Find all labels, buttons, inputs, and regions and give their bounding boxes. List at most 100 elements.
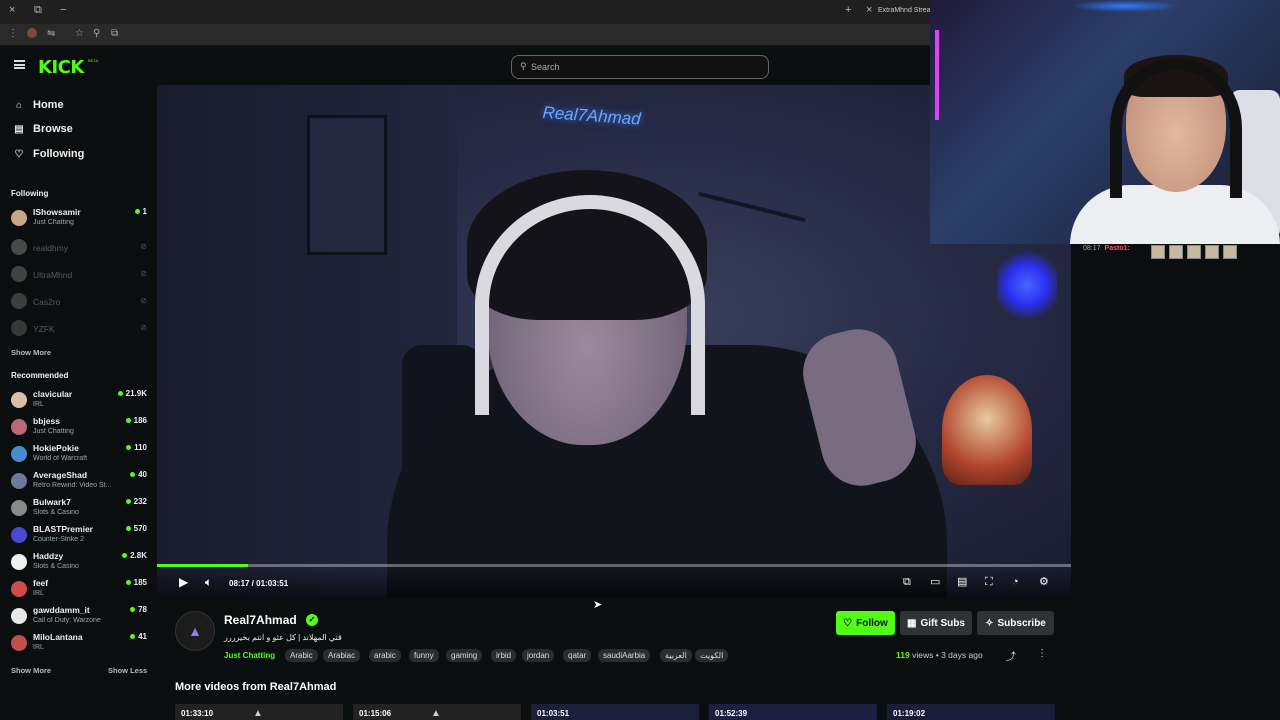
extension-icon[interactable]: ⧉ — [111, 28, 118, 39]
recommended-channel[interactable]: clavicular IRL 21.9K — [11, 389, 147, 415]
video-thumbnail[interactable]: 01:33:10 ▲ — [175, 704, 343, 720]
window-restore-icon[interactable]: ⧉ — [34, 4, 42, 17]
tag[interactable]: arabic — [369, 649, 401, 662]
volume-icon[interactable]: 🔈︎ — [205, 575, 212, 589]
translate-icon[interactable]: ⇋ — [47, 28, 55, 39]
profile-icon[interactable] — [27, 28, 37, 38]
channel-name: HokiePokie — [33, 443, 79, 453]
recommended-channel[interactable]: AverageShad Retro Rewind: Video St... 40 — [11, 470, 147, 496]
avatar — [11, 392, 27, 408]
tag[interactable]: saudiAarbia — [598, 649, 651, 662]
offline-icon: ⊘ — [140, 296, 147, 305]
video-thumbnail[interactable]: 01:03:51 — [531, 704, 699, 720]
show-more-recommended-button[interactable]: Show More — [11, 666, 51, 675]
gift-subs-button[interactable]: ▦ Gift Subs — [900, 611, 972, 635]
close-tab-icon[interactable]: × — [866, 4, 872, 16]
video-thumbnail[interactable]: 01:19:02 — [887, 704, 1055, 720]
viewer-count: 21.9K — [118, 389, 147, 398]
more-videos-heading: More videos from Real7Ahmad — [175, 681, 337, 693]
channel-name: realdhmy — [33, 243, 68, 253]
kick-logo[interactable]: KICK — [38, 57, 84, 78]
recommended-channel[interactable]: feef IRL 185 — [11, 578, 147, 604]
offline-icon: ⊘ — [140, 242, 147, 251]
following-channel[interactable]: Cas2ro ⊘ — [11, 290, 147, 316]
beta-badge: BETA — [88, 58, 99, 63]
bookmark-star-icon[interactable]: ☆ — [75, 28, 84, 39]
recommended-channel[interactable]: gawddamm_it Call of Duty: Warzone 78 — [11, 605, 147, 631]
following-channel[interactable]: UltraMhnd ⊘ — [11, 263, 147, 289]
search-input[interactable] — [531, 59, 751, 75]
zoom-icon[interactable]: ⚲ — [93, 28, 100, 39]
hamburger-menu-icon[interactable] — [14, 60, 25, 69]
window-minimize-icon[interactable]: − — [60, 4, 66, 16]
channel-avatar[interactable]: ▲ — [175, 611, 215, 651]
chat-username[interactable]: Pasto1: — [1105, 245, 1130, 252]
tag[interactable]: Arabic — [285, 649, 318, 662]
channel-category: Counter-Strike 2 — [33, 536, 84, 543]
tag[interactable]: gaming — [446, 649, 483, 662]
theater-mode-icon[interactable]: ▭ — [930, 575, 940, 589]
recommended-channel[interactable]: bbjess Just Chatting 186 — [11, 416, 147, 442]
video-thumbnail[interactable]: 01:15:06 ▲ — [353, 704, 521, 720]
follow-button[interactable]: ♡ Follow — [836, 611, 895, 635]
recommended-channel[interactable]: MiloLantana IRL 41 — [11, 632, 147, 658]
captions-icon[interactable]: ▤ — [957, 575, 967, 589]
show-more-following-button[interactable]: Show More — [11, 348, 51, 357]
viewer-count: 41 — [130, 632, 147, 641]
recommended-channel[interactable]: Haddzy Slots & Casino 2.8K — [11, 551, 147, 577]
search-box[interactable]: ⚲ — [511, 55, 769, 79]
recommended-channel[interactable]: HokiePokie World of Warcraft 110 — [11, 443, 147, 469]
more-options-icon[interactable]: ⋮ — [1037, 648, 1047, 659]
tab-title[interactable]: ExtraMhnd Strean — [878, 7, 934, 14]
avatar — [11, 554, 27, 570]
playback-speed-icon[interactable]: ◔ — [1012, 575, 1019, 589]
following-channel[interactable]: realdhmy ⊘ — [11, 236, 147, 262]
channel-name[interactable]: Real7Ahmad — [224, 613, 297, 627]
settings-gear-icon[interactable]: ⚙ — [1039, 575, 1049, 589]
tag[interactable]: الكويت — [695, 649, 729, 662]
tag[interactable]: irbid — [491, 649, 517, 662]
avatar — [11, 500, 27, 516]
emote-icon — [1169, 245, 1183, 259]
tag[interactable]: jordan — [522, 649, 555, 662]
channel-category: Retro Rewind: Video St... — [33, 482, 111, 489]
gift-label: Gift Subs — [920, 617, 965, 629]
fullscreen-icon[interactable]: ⛶ — [985, 575, 993, 589]
channel-category: IRL — [33, 590, 44, 597]
blue-lamp — [997, 245, 1057, 325]
play-icon[interactable]: ▶ — [179, 575, 188, 589]
share-icon[interactable]: ⤴ — [1006, 648, 1016, 663]
ceiling-light — [1070, 0, 1180, 12]
nav-browse[interactable]: ▤ Browse — [12, 121, 72, 137]
recommended-channel[interactable]: Bulwark7 Slots & Casino 232 — [11, 497, 147, 523]
window-close-icon[interactable]: × — [9, 4, 15, 16]
following-channel[interactable]: IShowsamir Just Chatting 1 — [11, 207, 147, 233]
viewer-count: 186 — [126, 416, 147, 425]
video-thumbnail[interactable]: 01:52:39 — [709, 704, 877, 720]
tag[interactable]: Arabiac — [323, 649, 361, 662]
tag[interactable]: qatar — [563, 649, 592, 662]
avatar — [11, 473, 27, 489]
following-channel[interactable]: YZFK ⊘ — [11, 317, 147, 343]
tag[interactable]: funny — [409, 649, 439, 662]
new-tab-icon[interactable]: + — [845, 4, 851, 16]
show-less-recommended-button[interactable]: Show Less — [108, 666, 147, 675]
avatar — [11, 293, 27, 309]
viewer-count: 78 — [130, 605, 147, 614]
category-link[interactable]: Just Chatting — [224, 651, 275, 660]
tag[interactable]: العربية — [660, 649, 692, 662]
verified-icon: ✓ — [306, 614, 318, 626]
channel-category: Call of Duty: Warzone — [33, 617, 101, 624]
wall-frame — [307, 115, 387, 255]
nav-home[interactable]: ⌂ Home — [12, 97, 64, 113]
recommended-channel[interactable]: BLASTPremier Counter-Strike 2 570 — [11, 524, 147, 550]
subscribe-button[interactable]: ✧ Subscribe — [977, 611, 1054, 635]
menu-dots-icon[interactable]: ⋮ — [8, 28, 18, 39]
avatar — [11, 635, 27, 651]
nav-following[interactable]: ♡ Following — [12, 146, 85, 162]
miniplayer-icon[interactable]: ⧉ — [903, 575, 911, 589]
channel-name: IShowsamir — [33, 207, 81, 217]
top-navigation: KICK BETA ⚲ — [0, 47, 930, 85]
channel-name: BLASTPremier — [33, 524, 93, 534]
heart-icon: ♡ — [843, 617, 853, 629]
